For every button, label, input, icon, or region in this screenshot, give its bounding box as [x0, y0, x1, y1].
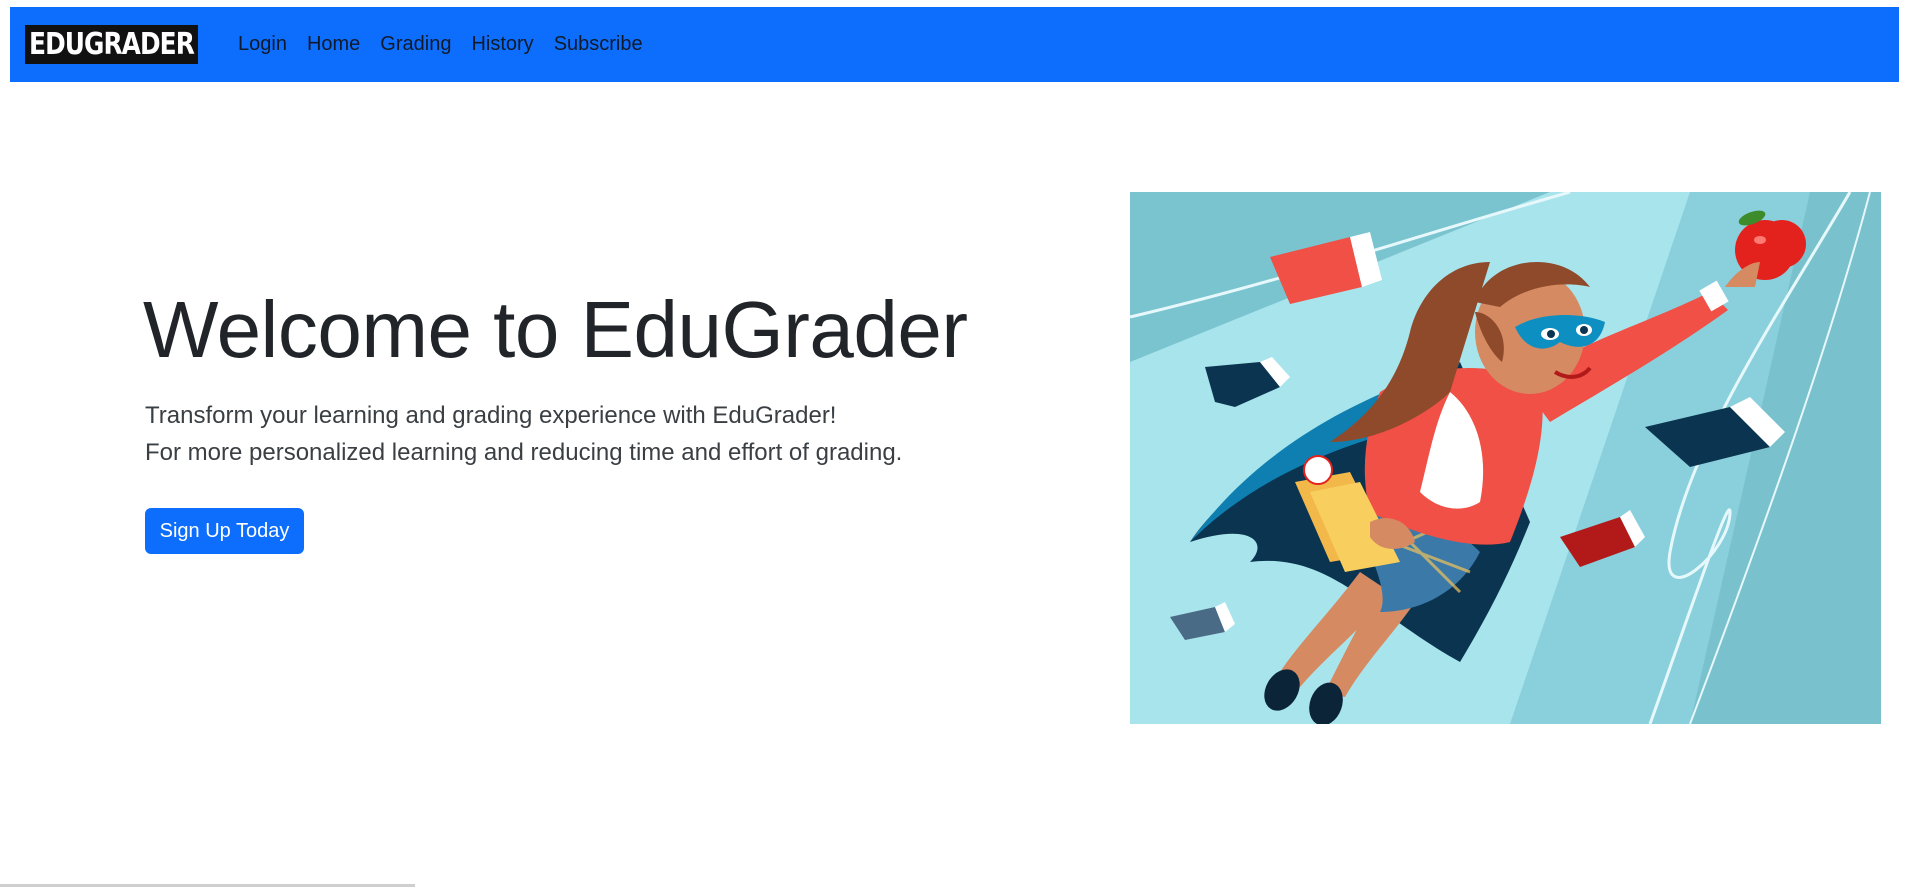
nav-links: Login Home Grading History Subscribe [228, 7, 653, 82]
hero-lead: Transform your learning and grading expe… [145, 397, 902, 471]
nav-link-home[interactable]: Home [297, 7, 370, 82]
superhero-teacher-illustration [1130, 192, 1881, 724]
hero-lead-line-2: For more personalized learning and reduc… [145, 439, 903, 466]
nav-link-grading[interactable]: Grading [370, 7, 461, 82]
nav-link-history[interactable]: History [461, 7, 543, 82]
hero-lead-line-1: Transform your learning and grading expe… [145, 402, 837, 429]
hero-title: Welcome to EduGrader [143, 285, 968, 374]
top-navbar: EDUGRADER Login Home Grading History Sub… [10, 7, 1899, 82]
nav-link-subscribe[interactable]: Subscribe [544, 7, 653, 82]
brand-logo[interactable]: EDUGRADER [25, 25, 198, 64]
illustration-svg [1130, 192, 1881, 724]
nav-link-login[interactable]: Login [228, 7, 297, 82]
sign-up-button[interactable]: Sign Up Today [145, 508, 304, 554]
